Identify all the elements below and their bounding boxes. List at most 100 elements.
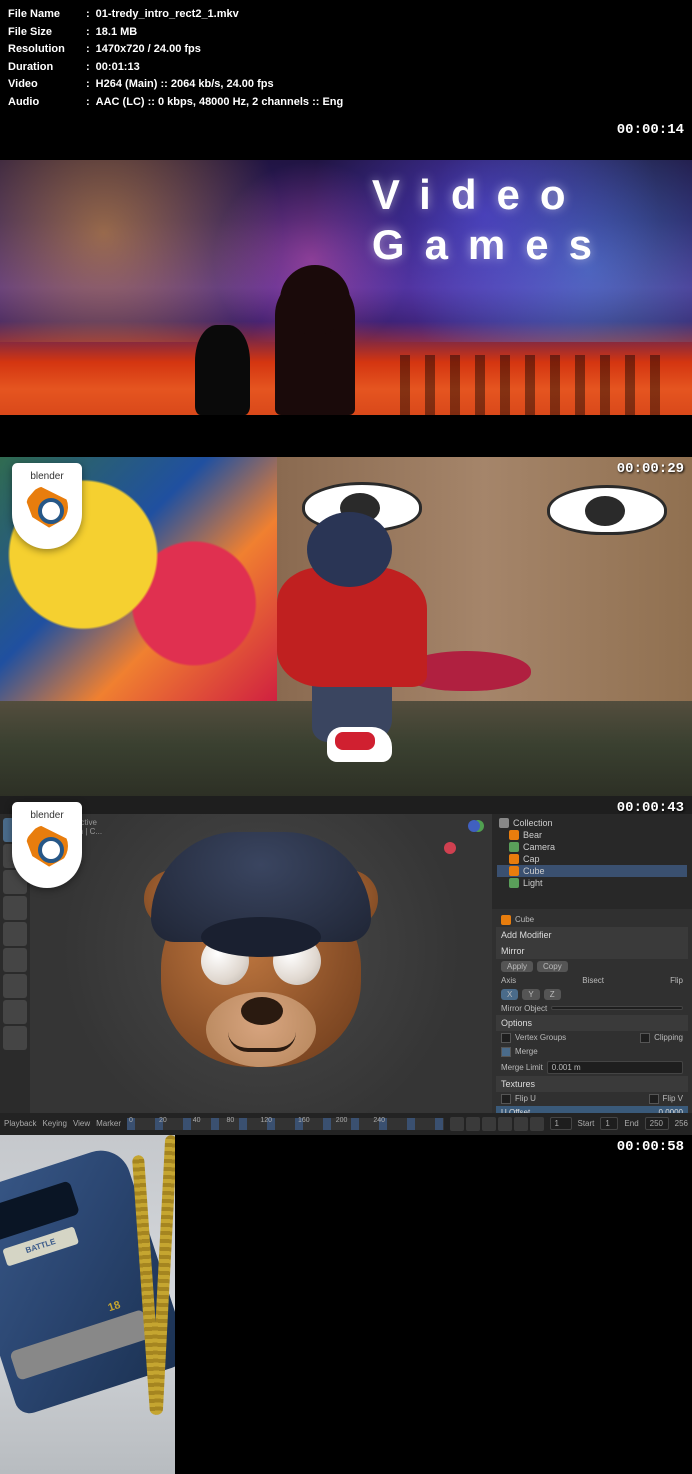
jump-end-button[interactable] xyxy=(530,1117,544,1131)
file-info-panel: File Name : 01-tredy_intro_rect2_1.mkv F… xyxy=(0,0,692,118)
next-key-button[interactable] xyxy=(514,1117,528,1131)
flip-v-checkbox[interactable] xyxy=(649,1094,659,1104)
letterbox-bottom xyxy=(0,415,692,457)
gizmo-x-axis[interactable] xyxy=(444,842,456,854)
textures-section[interactable]: Textures xyxy=(496,1076,688,1092)
timeline-menu-marker[interactable]: Marker xyxy=(96,1119,121,1128)
info-row-filename: File Name : 01-tredy_intro_rect2_1.mkv xyxy=(8,6,684,24)
add-modifier-button[interactable]: Add Modifier xyxy=(496,927,688,943)
axis-label: Axis xyxy=(501,976,516,985)
timestamp: 00:00:58 xyxy=(617,1139,684,1155)
timeline-menu-playback[interactable]: Playback xyxy=(4,1119,36,1128)
info-row-duration: Duration : 00:01:13 xyxy=(8,59,684,77)
overlay-title: Video Games xyxy=(372,170,612,271)
tool-transform-icon[interactable] xyxy=(3,948,27,972)
thumbnail-frame-3: User Perspective (1) Collection | C... C… xyxy=(0,796,692,1135)
blender-top-header[interactable] xyxy=(0,796,692,814)
properties-panel[interactable]: Cube Add Modifier Mirror Apply Copy Axis… xyxy=(492,909,692,1113)
playback-controls xyxy=(450,1117,544,1131)
label-video: Video xyxy=(8,76,80,94)
outliner-collection[interactable]: Collection xyxy=(497,817,687,829)
axis-y-toggle[interactable]: Y xyxy=(522,989,539,1000)
end-frame-field[interactable]: 250 xyxy=(645,1117,669,1130)
clipping-checkbox[interactable] xyxy=(640,1033,650,1043)
tool-annotate-icon[interactable] xyxy=(3,974,27,998)
vertex-groups-checkbox[interactable] xyxy=(501,1033,511,1043)
object-name: Cube xyxy=(515,915,534,924)
options-section[interactable]: Options xyxy=(496,1015,688,1031)
timeline-menu-view[interactable]: View xyxy=(73,1119,90,1128)
label-filename: File Name xyxy=(8,6,80,24)
value-resolution: 1470x720 / 24.00 fps xyxy=(96,41,201,59)
label-duration: Duration xyxy=(8,59,80,77)
outliner-item-camera[interactable]: Camera xyxy=(497,841,687,853)
thumbnail-frame-1: Video Games 00:00:14 xyxy=(0,118,692,457)
blender-logo-icon xyxy=(26,825,68,867)
merge-limit-field[interactable]: 0.001 m xyxy=(547,1061,683,1074)
suspension-cables xyxy=(125,1135,175,1474)
play-button[interactable] xyxy=(498,1117,512,1131)
bear-head-model[interactable] xyxy=(136,832,386,1082)
flip-label: Flip xyxy=(670,976,683,985)
timeline-panel[interactable]: Playback Keying View Marker 0 20 40 80 1… xyxy=(0,1113,692,1135)
outliner-item-light[interactable]: Light xyxy=(497,877,687,889)
outliner-item-cap[interactable]: Cap xyxy=(497,853,687,865)
bear-cap-brim xyxy=(201,917,321,957)
timestamp: 00:00:43 xyxy=(617,800,684,816)
timeline-menu-keying[interactable]: Keying xyxy=(42,1119,66,1128)
blender-logo-icon xyxy=(26,486,68,528)
prev-key-button[interactable] xyxy=(466,1117,480,1131)
value-filename: 01-tredy_intro_rect2_1.mkv xyxy=(96,6,239,24)
tool-scale-icon[interactable] xyxy=(3,922,27,946)
outliner-root-label: Collection xyxy=(513,818,553,828)
mirror-modifier-header[interactable]: Mirror xyxy=(496,943,688,959)
render-scene xyxy=(0,457,692,796)
mesh-icon xyxy=(501,915,511,925)
thumbnail-frame-2: blender 00:00:29 xyxy=(0,457,692,796)
flip-u-checkbox[interactable] xyxy=(501,1094,511,1104)
bus-number: 18 xyxy=(107,1299,122,1314)
blender-badge: blender xyxy=(12,802,82,888)
value-audio: AAC (LC) :: 0 kbps, 48000 Hz, 2 channels… xyxy=(96,94,344,112)
tool-measure-icon[interactable] xyxy=(3,1000,27,1024)
bisect-label: Bisect xyxy=(582,976,604,985)
apply-button[interactable]: Apply xyxy=(501,961,533,972)
start-frame-field[interactable]: 1 xyxy=(600,1117,618,1130)
blender-3d-viewport[interactable]: User Perspective (1) Collection | C... xyxy=(30,814,492,1113)
merge-checkbox[interactable] xyxy=(501,1047,511,1057)
value-duration: 00:01:13 xyxy=(96,59,140,77)
blender-badge-text: blender xyxy=(30,810,63,821)
tool-add-icon[interactable] xyxy=(3,1026,27,1050)
mural-eye-right xyxy=(547,485,667,535)
info-row-filesize: File Size : 18.1 MB xyxy=(8,24,684,42)
axis-z-toggle[interactable]: Z xyxy=(544,989,561,1000)
boy-silhouette xyxy=(275,275,355,415)
label-filesize: File Size xyxy=(8,24,80,42)
blender-right-panels: Collection Bear Camera Cap Cube Light xyxy=(492,814,692,1113)
timeline-ruler[interactable]: 0 20 40 80 120 160 200 240 xyxy=(127,1118,443,1130)
tool-rotate-icon[interactable] xyxy=(3,896,27,920)
label-audio: Audio xyxy=(8,94,80,112)
mesh-icon xyxy=(509,854,519,864)
axis-x-toggle[interactable]: X xyxy=(501,989,518,1000)
label-resolution: Resolution xyxy=(8,41,80,59)
outliner-item-cube[interactable]: Cube xyxy=(497,865,687,877)
jump-start-button[interactable] xyxy=(450,1117,464,1131)
outliner-item-bear[interactable]: Bear xyxy=(497,829,687,841)
mirror-object-field[interactable] xyxy=(551,1006,683,1010)
gizmo-z-axis[interactable] xyxy=(468,820,480,832)
timeline-ticks: 0 20 40 80 120 160 200 240 xyxy=(129,1117,385,1124)
orientation-gizmo[interactable] xyxy=(444,820,486,862)
bear-sneaker xyxy=(327,727,392,762)
copy-button[interactable]: Copy xyxy=(537,961,568,972)
current-frame-field[interactable]: 1 xyxy=(550,1117,572,1130)
mesh-icon xyxy=(509,866,519,876)
blender-badge: blender xyxy=(12,463,82,549)
play-reverse-button[interactable] xyxy=(482,1117,496,1131)
mesh-icon xyxy=(509,830,519,840)
object-name-row: Cube xyxy=(496,913,688,927)
portrait-render: BATTLE 18 xyxy=(0,1135,175,1474)
bear-mouth xyxy=(228,1032,296,1052)
crowd-silhouettes xyxy=(400,355,672,415)
outliner-panel[interactable]: Collection Bear Camera Cap Cube Light xyxy=(492,814,692,909)
